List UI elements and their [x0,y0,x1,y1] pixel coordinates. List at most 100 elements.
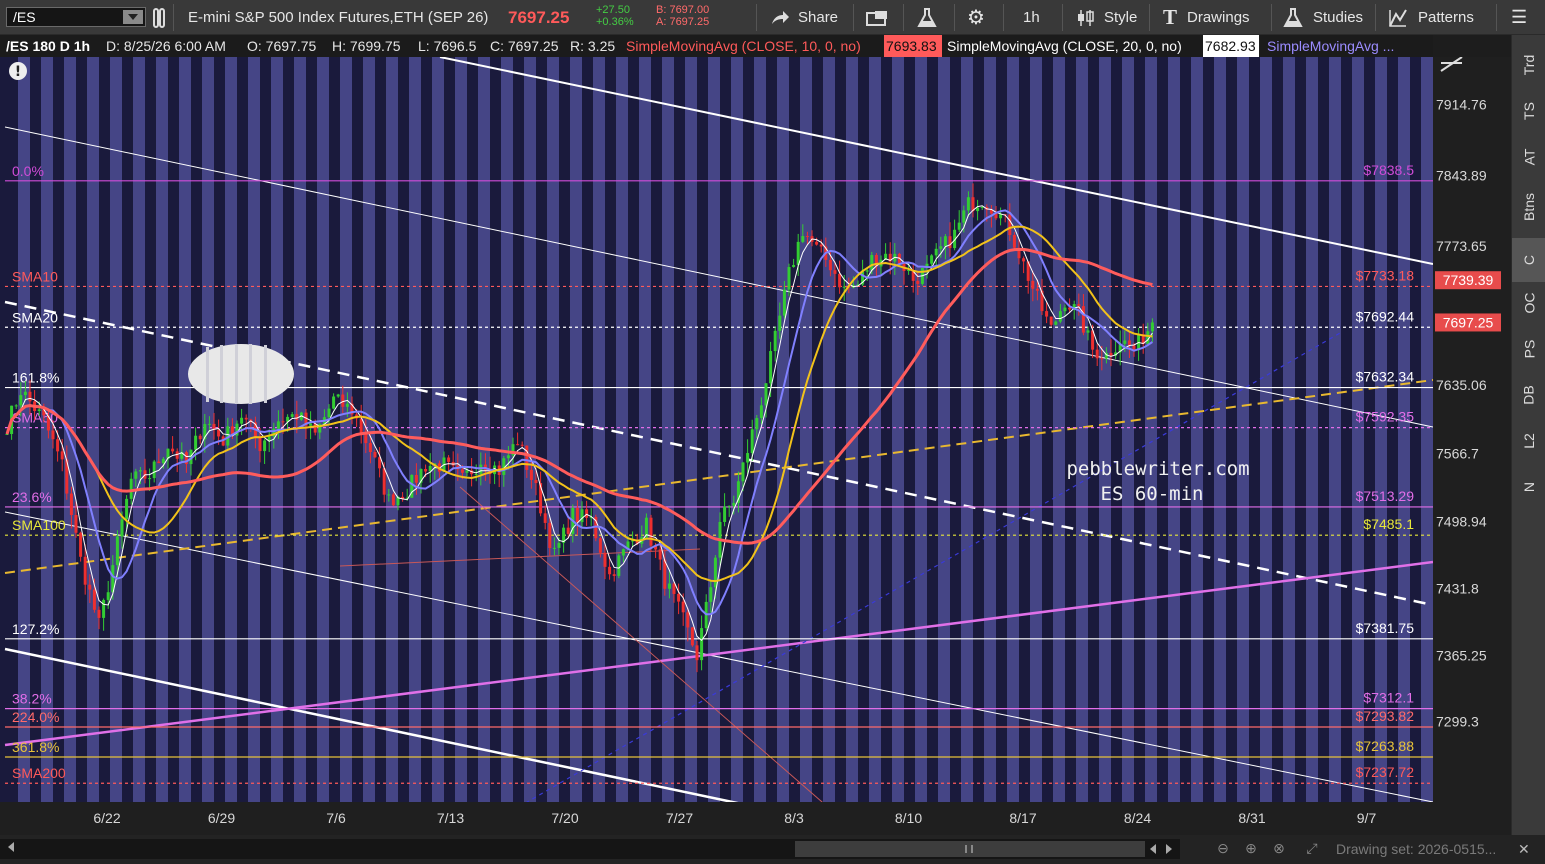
bar-close: C: 7697.25 [490,38,559,54]
candle-body [787,267,791,290]
price-tick-label: 7431.8 [1436,581,1479,597]
candle-body [649,517,653,546]
sma10-legend: SimpleMovingAvg (CLOSE, 10, 0, no) [626,38,861,54]
date-tick-label: 6/29 [208,810,235,826]
candle-body [69,493,73,515]
level-left-label: 127.2% [12,621,59,637]
session-stripe [1122,57,1134,802]
chevron-down-icon[interactable] [123,10,143,24]
candle-body [580,509,584,523]
price-bubble-label: 7739.39 [1443,272,1494,288]
tab-trd[interactable]: Trd [1512,43,1545,87]
tab-c[interactable]: C [1512,238,1545,282]
date-tick-label: 8/10 [895,810,922,826]
link-icon[interactable] [151,0,167,35]
session-stripe [1191,57,1203,802]
share-button[interactable]: Share [770,0,838,35]
session-stripe [731,57,743,802]
thinkorswim-chart-window: /ES E-mini S&P 500 Index Futures,ETH (SE… [0,0,1545,864]
tab-ps[interactable]: PS [1512,327,1545,371]
tab-at[interactable]: AT [1512,135,1545,179]
candle-body [194,435,198,450]
candle-body [79,532,83,557]
zoom-out-icon[interactable]: ⊖ [1214,840,1232,857]
tab-btns[interactable]: Btns [1512,185,1545,229]
session-stripe [87,57,99,802]
chart-status-bar: ⊖ ⊕ ⊗ ⤢ Drawing set: 2026-0515... ✕ [0,835,1545,864]
date-tick-label: 7/20 [551,810,578,826]
level-left-label: SMA20 [12,309,58,325]
detach-window-icon[interactable] [866,0,888,35]
sma50-legend: SimpleMovingAvg ... [1267,38,1395,54]
drawings-menu-button[interactable]: T Drawings [1163,0,1250,35]
session-stripe [1168,57,1180,802]
patterns-menu-button[interactable]: Patterns [1388,0,1474,35]
candle-body [585,509,589,518]
candle-body [92,589,96,610]
candle-body [391,494,395,506]
session-stripe [708,57,720,802]
close-icon[interactable]: ✕ [1518,841,1530,858]
timeframe-selector[interactable]: 1h [1023,0,1040,35]
candle-body [695,645,699,661]
candle-body [83,556,87,585]
level-right-label: $7733.18 [1356,267,1415,283]
tab-l2[interactable]: L2 [1512,419,1545,463]
candle-body [1095,349,1099,359]
candle-body [1054,321,1058,325]
candle-body [612,574,616,576]
flask-icon[interactable] [917,0,937,35]
price-chart[interactable]: 0.0% $7838.5 SMA10 $7733.18 SMA20 $7692.44 161… [0,57,1511,835]
candle-body [309,423,313,426]
candle-body [479,464,483,474]
price-axis[interactable]: 7914.76 7843.89 7773.65 7635.06 7566.7 7498.9… [1433,57,1511,835]
bar-date: D: 8/25/26 6:00 AM [106,38,226,54]
fit-icon[interactable]: ⤢ [1300,840,1324,857]
price-tick-label: 7635.06 [1436,377,1487,393]
crosshair-icon[interactable]: ⊗ [1270,840,1288,857]
studies-menu-button[interactable]: Studies [1283,0,1363,35]
candle-body [792,264,796,268]
scroll-forward-icon[interactable] [1166,844,1172,854]
candle-body [778,315,782,331]
candle-body [1049,316,1053,325]
tab-ts[interactable]: TS [1512,89,1545,133]
candle-body [244,417,248,420]
candle-body [1063,307,1067,312]
gear-icon[interactable]: ⚙ [967,0,985,35]
session-stripe [1260,57,1272,802]
candle-body [345,403,349,407]
candle-body [741,462,745,482]
candle-body [1045,311,1049,317]
last-price: 7697.25 [508,7,570,27]
price-tick-label: 7498.94 [1436,513,1487,529]
candle-body [957,222,961,230]
right-side-panel: Trd TS AT Btns C OC PS DB L2 N [1511,35,1545,835]
level-right-label: $7237.72 [1356,764,1415,780]
candle-body [341,394,345,407]
hamburger-menu-icon[interactable]: ☰ [1511,0,1527,35]
candle-body [759,405,763,419]
session-stripe [455,57,467,802]
tab-n[interactable]: N [1512,465,1545,509]
candle-body [557,542,561,548]
candle-style-icon [1078,9,1094,26]
session-stripe [984,57,996,802]
scrollbar-track[interactable] [0,839,1180,859]
style-menu-button[interactable]: Style [1076,0,1137,35]
tab-oc[interactable]: OC [1512,281,1545,325]
zoom-in-icon[interactable]: ⊕ [1242,840,1260,857]
scrollbar-thumb[interactable] [795,841,1145,857]
candle-body [865,270,869,272]
session-stripe [1352,57,1364,802]
session-stripe [1076,57,1088,802]
candle-body [161,458,165,464]
level-left-label: 38.2% [12,691,52,707]
share-icon [772,10,789,24]
scroll-left-icon[interactable] [8,842,14,852]
time-axis[interactable]: 6/22 6/29 7/6 7/13 7/20 7/27 8/3 8/10 8/17 8/24 8/… [0,802,1511,835]
tab-db[interactable]: DB [1512,373,1545,417]
symbol-selector[interactable]: /ES [6,7,146,27]
level-right-label: $7312.1 [1363,690,1414,706]
scroll-back-icon[interactable] [1150,844,1156,854]
